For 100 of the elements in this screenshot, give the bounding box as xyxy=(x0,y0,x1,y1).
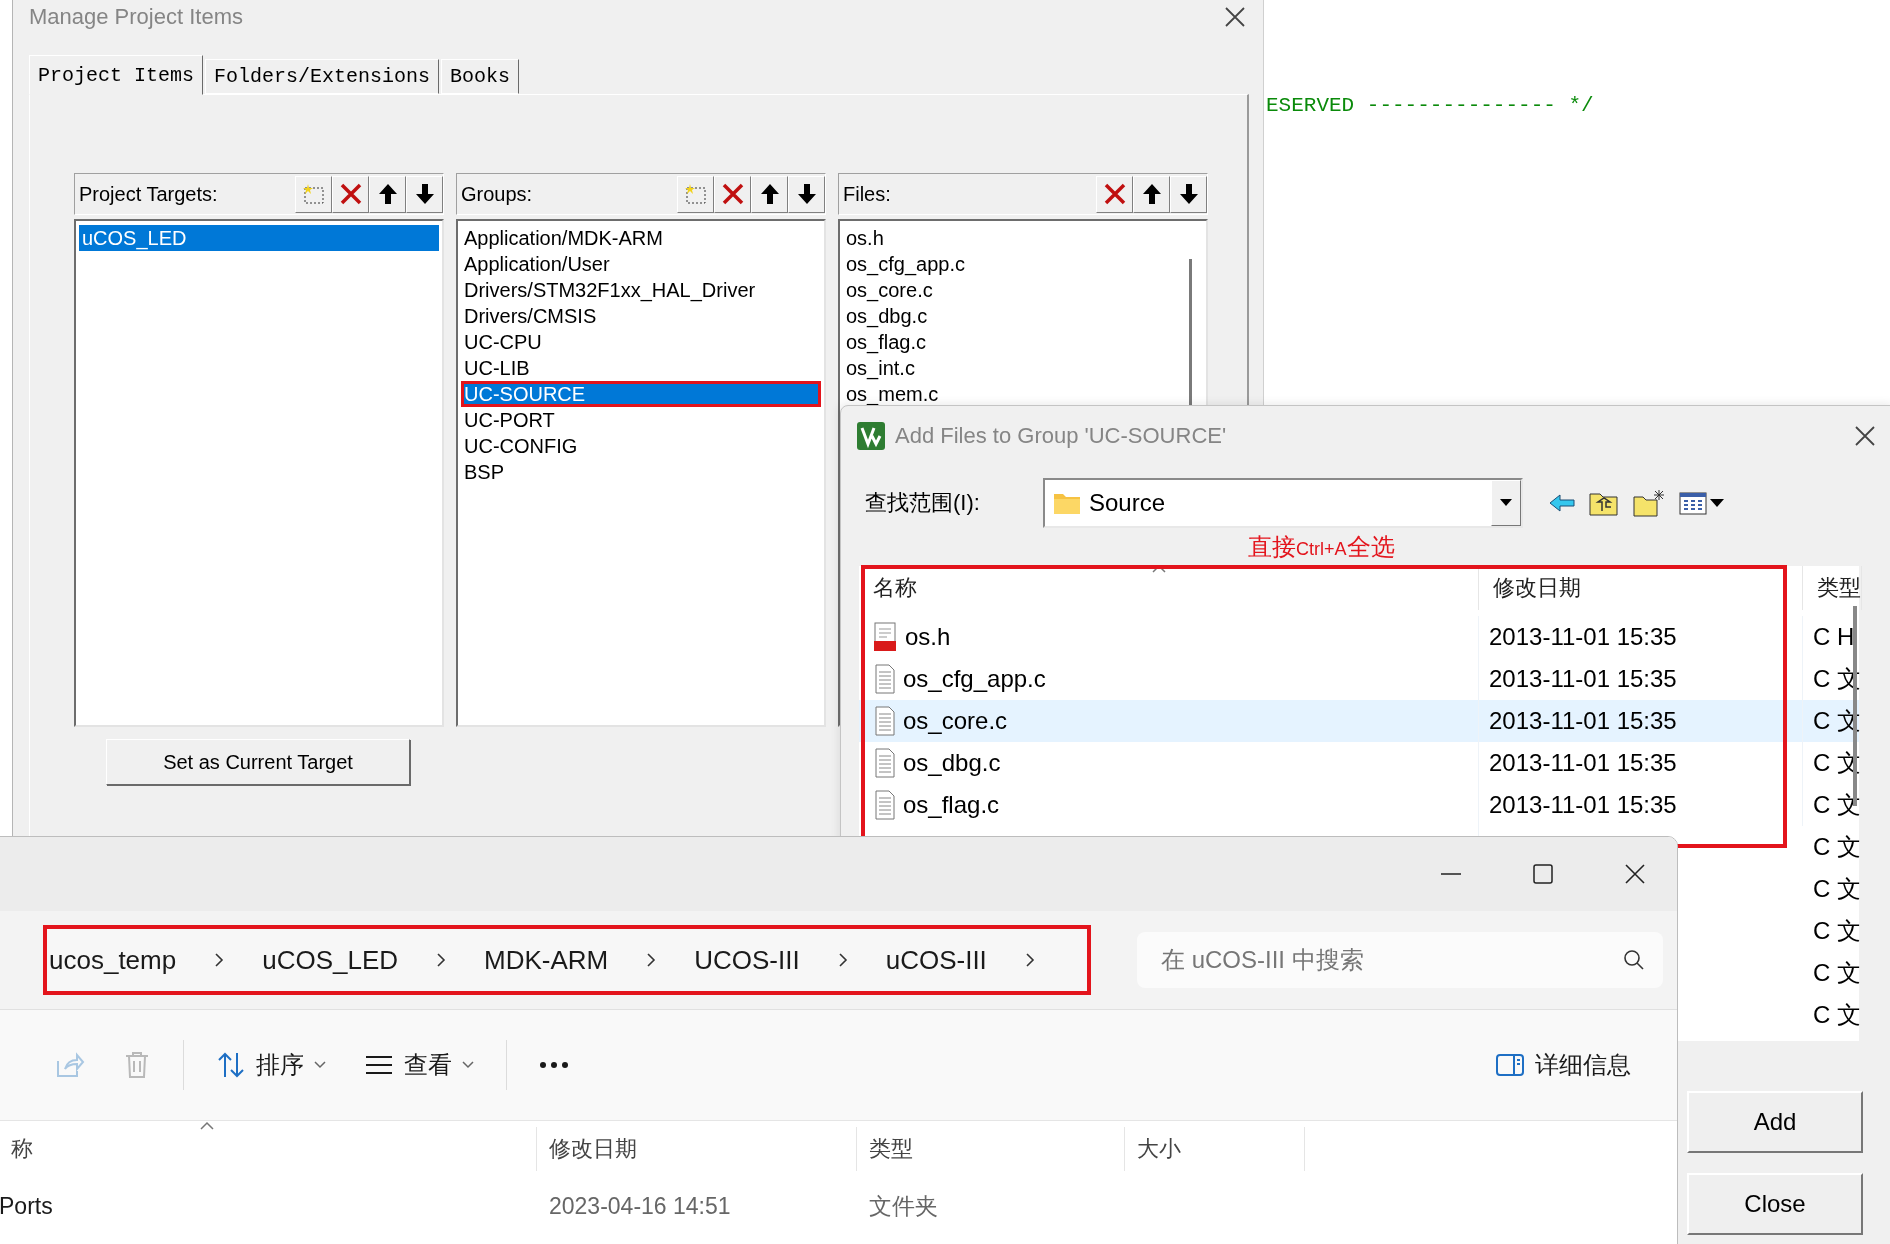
breadcrumb-item[interactable]: UCOS-III xyxy=(694,944,800,976)
column-header[interactable]: 类型 xyxy=(857,1126,1125,1171)
share-icon xyxy=(55,1051,85,1079)
view-button[interactable]: 查看 xyxy=(358,1043,480,1087)
maximize-icon xyxy=(1532,863,1554,885)
file-name: os_cfg_app.c xyxy=(903,665,1046,693)
sort-button[interactable]: 排序 xyxy=(210,1043,332,1087)
file-name: Ports xyxy=(0,1192,54,1220)
caret-icon xyxy=(1500,499,1512,507)
up-button[interactable] xyxy=(1133,175,1170,213)
column-header[interactable]: 修改日期 xyxy=(1479,566,1803,610)
search-icon xyxy=(1623,949,1645,971)
chevron-down-icon xyxy=(314,1061,326,1069)
tab[interactable]: Books xyxy=(441,59,520,94)
dialog-button[interactable]: Close xyxy=(1687,1173,1863,1235)
set-current-target-button[interactable]: Set as Current Target xyxy=(106,739,410,785)
dialog-button[interactable]: Add xyxy=(1687,1091,1863,1153)
close-icon[interactable] xyxy=(1223,5,1247,29)
search-input[interactable]: 在 uCOS-III 中搜索 xyxy=(1159,945,1623,975)
list-item[interactable]: os.h xyxy=(843,225,1203,251)
delete-button[interactable] xyxy=(332,175,369,213)
arrow-up-icon xyxy=(1140,182,1163,206)
arrow-down-icon xyxy=(795,182,818,206)
list-item[interactable]: os_int.c xyxy=(843,355,1203,381)
breadcrumb-item[interactable]: MDK-ARM xyxy=(484,944,609,976)
search-field[interactable]: 在 uCOS-III 中搜索 xyxy=(1137,932,1663,988)
list-item[interactable]: Drivers/STM32F1xx_HAL_Driver xyxy=(461,277,821,303)
file-type: 文件夹 xyxy=(868,1191,939,1221)
list-item[interactable]: os_flag.c xyxy=(843,329,1203,355)
column-header[interactable]: 称 xyxy=(0,1126,537,1171)
delete-icon xyxy=(1102,182,1127,206)
breadcrumb-item[interactable]: uCOS_LED xyxy=(262,944,399,976)
annotation-text: 直接Ctrl+A全选 xyxy=(1248,532,1395,562)
file-row[interactable]: os.h 2013-11-01 15:35 C H xyxy=(859,616,1859,658)
tab[interactable]: Folders/Extensions xyxy=(205,59,440,94)
list-item[interactable]: os_dbg.c xyxy=(843,303,1203,329)
chevron-right-icon xyxy=(837,952,848,968)
breadcrumb-item[interactable]: ucos_temp xyxy=(49,944,177,976)
list-item[interactable]: Drivers/CMSIS xyxy=(461,303,821,329)
delete-icon xyxy=(338,182,363,206)
details-button[interactable]: 详细信息 xyxy=(1489,1043,1637,1087)
app-icon xyxy=(857,422,885,450)
column-header[interactable]: 修改日期 xyxy=(537,1126,857,1171)
delete-button[interactable] xyxy=(1096,175,1133,213)
list-item[interactable]: os_core.c xyxy=(843,277,1203,303)
file-name: os_core.c xyxy=(903,707,1008,735)
folder-row[interactable]: Ports 2023-04-16 14:51 文件夹 xyxy=(0,1176,1677,1236)
new-button[interactable] xyxy=(295,175,332,213)
list-item[interactable]: uCOS_LED xyxy=(79,225,439,251)
chevron-right-icon xyxy=(1024,952,1035,968)
delete-button[interactable] xyxy=(714,175,751,213)
arrow-up-icon xyxy=(758,182,781,206)
file-type: C 文 xyxy=(1812,958,1861,988)
list-item[interactable]: Application/MDK-ARM xyxy=(461,225,821,251)
list-item[interactable]: os_cfg_app.c xyxy=(843,251,1203,277)
dropdown-button[interactable] xyxy=(1491,480,1521,526)
view-menu-icon[interactable] xyxy=(1679,490,1725,516)
column-header[interactable]: 名称 xyxy=(859,566,1479,610)
chevron-right-icon xyxy=(214,952,225,968)
file-name: os_dbg.c xyxy=(903,749,1001,777)
list-item[interactable]: BSP xyxy=(461,459,821,485)
new-folder-icon[interactable] xyxy=(1633,489,1665,517)
up-button[interactable] xyxy=(369,175,406,213)
more-icon xyxy=(539,1061,569,1069)
list-item[interactable]: UC-CONFIG xyxy=(461,433,821,459)
window-title: Add Files to Group 'UC-SOURCE' xyxy=(895,423,1227,449)
file-type: C 文 xyxy=(1812,832,1861,862)
column-header[interactable]: 大小 xyxy=(1125,1126,1305,1171)
close-icon[interactable] xyxy=(1853,424,1877,448)
address-bar[interactable]: ucos_temp uCOS_LED MDK-ARM UCOS-III uCOS-III xyxy=(43,925,1091,995)
code-line: ESERVED --------------- */ xyxy=(1266,94,1594,117)
delete-icon xyxy=(720,182,745,206)
down-button[interactable] xyxy=(1170,175,1207,213)
list-item[interactable]: UC-LIB xyxy=(461,355,821,381)
list-item[interactable]: UC-SOURCE xyxy=(461,381,821,407)
up-button[interactable] xyxy=(751,175,788,213)
window-title: Manage Project Items xyxy=(29,4,243,30)
header-file-icon xyxy=(873,622,899,652)
look-in-dropdown[interactable]: Source xyxy=(1043,478,1523,528)
list-item[interactable]: os_mem.c xyxy=(843,381,1203,407)
list-item[interactable]: UC-CPU xyxy=(461,329,821,355)
tab[interactable]: Project Items xyxy=(29,55,204,95)
down-button[interactable] xyxy=(406,175,443,213)
sort-arrows-icon xyxy=(216,1051,246,1079)
list-item[interactable]: Application/User xyxy=(461,251,821,277)
list-label: Files: xyxy=(843,182,892,206)
close-icon xyxy=(1623,862,1647,886)
up-folder-icon[interactable] xyxy=(1589,490,1619,516)
arrow-down-icon xyxy=(413,182,436,206)
chevron-right-icon xyxy=(646,952,657,968)
chevron-down-icon xyxy=(462,1061,474,1069)
list-item[interactable]: UC-PORT xyxy=(461,407,821,433)
down-button[interactable] xyxy=(788,175,825,213)
file-type: C H xyxy=(1812,623,1856,651)
folder-icon xyxy=(1053,491,1081,515)
breadcrumb-item[interactable]: uCOS-III xyxy=(885,944,987,976)
back-arrow-icon[interactable] xyxy=(1549,493,1575,513)
file-name: os.h xyxy=(905,623,951,651)
new-button[interactable] xyxy=(677,175,714,213)
look-in-label: 查找范围(I): xyxy=(865,489,981,517)
